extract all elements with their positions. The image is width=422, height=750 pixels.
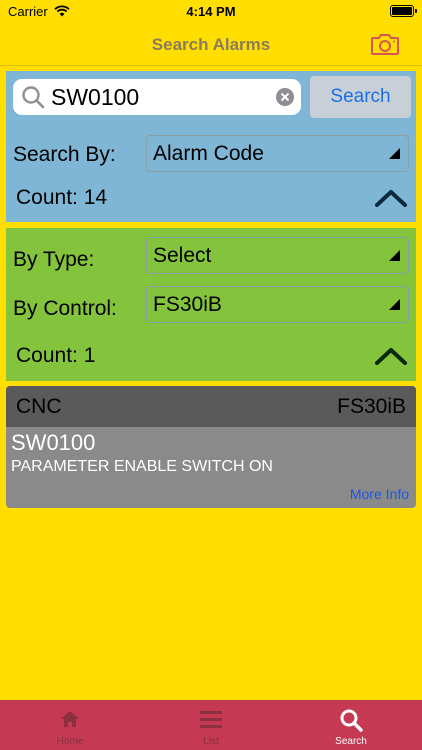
dropdown-arrow-icon	[389, 250, 400, 261]
list-icon	[200, 711, 222, 728]
alarm-result-card[interactable]: CNC FS30iB SW0100 PARAMETER ENABLE SWITC…	[6, 386, 416, 508]
tab-label: List	[203, 736, 219, 747]
page-title: Search Alarms	[151, 35, 271, 54]
alarm-code: SW0100	[11, 430, 96, 455]
search-field	[13, 79, 301, 115]
tab-label: Home	[56, 736, 84, 747]
status-bar: Carrier 4:14 PM	[0, 0, 422, 24]
by-control-label: By Control:	[13, 297, 117, 320]
search-input[interactable]	[51, 79, 279, 115]
filter-panel: By Type: Select By Control: FS30iB Count…	[6, 228, 416, 381]
status-time: 4:14 PM	[186, 4, 236, 19]
collapse-chevron-icon[interactable]	[374, 346, 408, 366]
by-type-label: By Type:	[13, 248, 95, 271]
alarm-type: CNC	[16, 395, 62, 418]
navigation-bar: Search Alarms	[0, 24, 422, 66]
search-by-value: Alarm Code	[153, 142, 264, 165]
tab-list[interactable]: List	[141, 700, 281, 750]
tab-bar: Home List Search	[0, 700, 422, 750]
by-control-select[interactable]: FS30iB	[146, 286, 409, 323]
search-count: Count: 14	[16, 186, 108, 209]
more-info-link[interactable]: More Info	[350, 486, 409, 502]
search-by-select[interactable]: Alarm Code	[146, 135, 409, 172]
tab-label: Search	[335, 736, 367, 747]
home-icon	[61, 711, 79, 727]
clear-icon[interactable]	[276, 88, 294, 106]
camera-icon[interactable]	[370, 31, 400, 57]
tab-home[interactable]: Home	[0, 700, 140, 750]
battery-icon	[390, 5, 417, 17]
by-control-value: FS30iB	[153, 293, 222, 316]
search-icon	[340, 709, 363, 732]
filter-count: Count: 1	[16, 344, 96, 367]
tab-search[interactable]: Search	[281, 700, 421, 750]
collapse-chevron-icon[interactable]	[374, 188, 408, 208]
magnifier-icon	[22, 86, 45, 109]
search-by-label: Search By:	[13, 143, 116, 166]
search-panel: Search Search By: Alarm Code Count: 14	[6, 71, 416, 222]
card-header: CNC FS30iB	[6, 386, 416, 427]
by-type-value: Select	[153, 244, 212, 267]
alarm-control: FS30iB	[337, 395, 406, 418]
dropdown-arrow-icon	[389, 299, 400, 310]
search-button[interactable]: Search	[310, 76, 411, 118]
by-type-select[interactable]: Select	[146, 237, 409, 274]
alarm-description: PARAMETER ENABLE SWITCH ON	[11, 458, 273, 475]
dropdown-arrow-icon	[389, 148, 400, 159]
